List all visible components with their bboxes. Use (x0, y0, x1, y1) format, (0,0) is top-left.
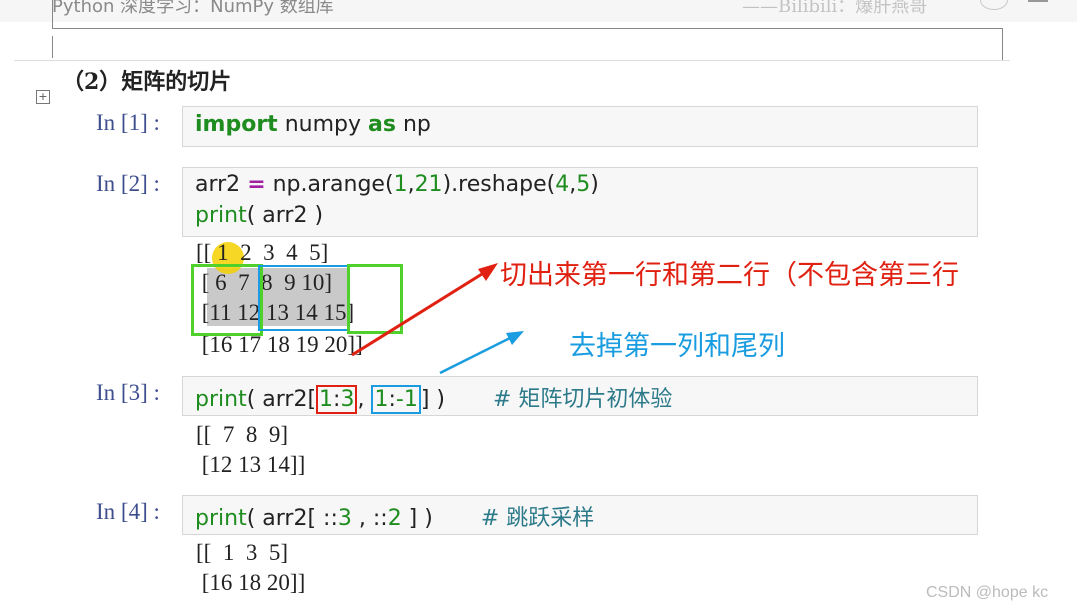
code-text: , (357, 387, 372, 412)
cell-4-code: print( arr2[ ::3 , ::2 ] ) # 跳跃采样 (195, 500, 594, 532)
builtin-print: print (195, 203, 247, 228)
cell-1-code: import numpy as np (195, 112, 431, 137)
code-comment: # 矩阵切片初体验 (493, 387, 673, 412)
section-title: （2）矩阵的切片 (62, 69, 232, 95)
code-text: ) (590, 172, 599, 197)
cell-4-output-line-1: [[ 1 3 5] (196, 540, 288, 565)
number: 21 (414, 172, 443, 197)
code-text: ( arr2 ) (246, 203, 324, 228)
code-text: arr2 (195, 172, 248, 197)
cell-2-code-line-1: arr2 = np.arange(1,21).reshape(4,5) (195, 172, 599, 197)
blue-box-middle-columns (258, 265, 350, 331)
code-text: numpy (277, 112, 368, 137)
csdn-watermark: CSDN @hope kc (926, 584, 1049, 601)
red-arrow (351, 267, 491, 357)
cell-3-output-line-1: [[ 7 8 9] (196, 422, 288, 447)
code-text: np (395, 112, 431, 137)
expand-icon[interactable]: + (36, 90, 50, 104)
number: 3 (340, 387, 355, 412)
blue-arrow (439, 333, 517, 375)
red-arrow-head (478, 263, 498, 281)
cell-3-prompt: In [3] : (96, 380, 160, 405)
bilibili-watermark: ——Bilibili：爆肝燕哥 (742, 0, 928, 17)
code-text: ] ) (401, 506, 433, 531)
code-text: , (407, 172, 415, 197)
code-comment: # 跳跃采样 (480, 506, 595, 531)
cell-2-code-line-2: print( arr2 ) (195, 203, 323, 228)
blue-annotation-text: 去掉第一列和尾列 (569, 331, 785, 362)
number: 1 (393, 172, 408, 197)
frame-left-line (52, 0, 53, 29)
dash-decoration (1028, 0, 1048, 2)
number: 4 (555, 172, 570, 197)
number: 1 (319, 387, 334, 412)
course-title: Python 深度学习：NumPy 数组库 (52, 0, 334, 17)
keyword-import: import (195, 112, 278, 137)
cell-3-output-line-2: [12 13 14]] (196, 452, 306, 477)
section-divider (14, 60, 1010, 61)
code-text: ).reshape( (442, 172, 556, 197)
frame-left-line-2 (52, 36, 53, 58)
builtin-print: print (195, 387, 247, 412)
cell-4-output-line-2: [16 18 20]] (196, 570, 306, 595)
cell-4-prompt: In [4] : (96, 499, 160, 524)
cell-3-code: print( arr2[1:3, 1:-1] ) # 矩阵切片初体验 (195, 381, 672, 414)
builtin-print: print (195, 506, 247, 531)
green-box-first-column (191, 264, 263, 336)
red-annotation-text: 切出来第一行和第二行（不包含第三行 (500, 260, 959, 291)
number: 2 (387, 506, 402, 531)
code-text: ( arr2[ :: (246, 506, 338, 531)
code-text: np.arange( (265, 172, 394, 197)
blue-arrow-head (506, 331, 524, 345)
code-text: ] ) (420, 387, 445, 412)
number: 1 (374, 387, 389, 412)
code-text: : (388, 387, 396, 412)
number: 5 (576, 172, 591, 197)
cell-1-prompt: In [1] : (96, 110, 160, 135)
code-text: ( arr2[ (246, 387, 317, 412)
cell-2-prompt: In [2] : (96, 171, 160, 196)
header-divider (52, 28, 1002, 29)
keyword-as: as (368, 112, 396, 137)
number: 3 (337, 506, 352, 531)
operator: = (247, 172, 266, 197)
number: -1 (395, 387, 418, 412)
code-text: , :: (351, 506, 388, 531)
frame-right-line (1002, 28, 1003, 60)
